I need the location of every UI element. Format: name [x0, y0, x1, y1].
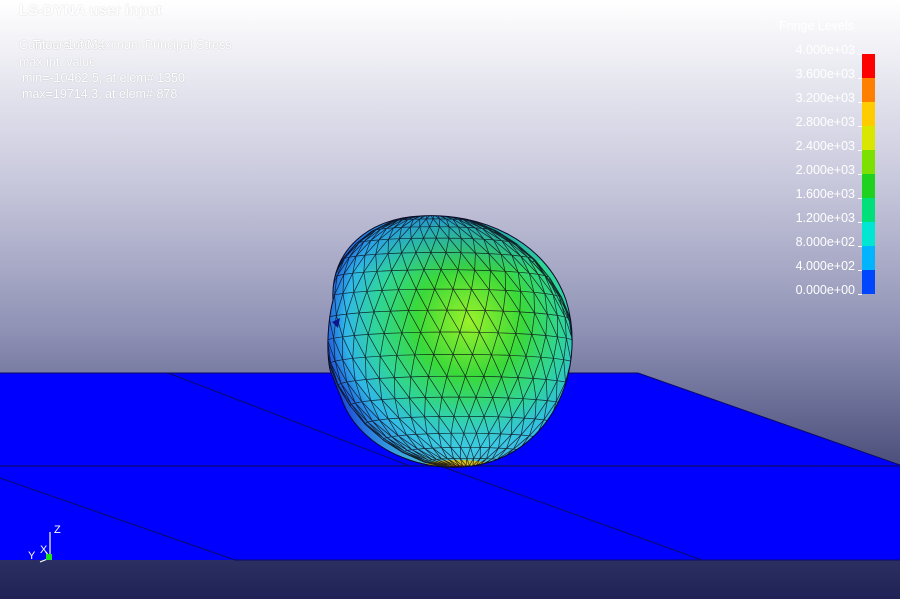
- fringe-tick-mark: [858, 54, 862, 55]
- fringe-level-label: 1.600e+03: [795, 187, 855, 201]
- fringe-tick-mark: [858, 174, 862, 175]
- fringe-swatch: [862, 198, 875, 222]
- fringe-swatch: [862, 126, 875, 150]
- triad-y-label: Y: [28, 550, 36, 562]
- triad-x-label: X: [40, 544, 48, 556]
- fringe-swatch: [862, 222, 875, 246]
- min-value-readout: min=-10462.5, at elem# 1350: [22, 71, 185, 85]
- fringe-swatch: [862, 54, 875, 78]
- fringe-levels-title: Fringe Levels: [779, 19, 855, 33]
- fringe-tick-mark: [858, 150, 862, 151]
- fringe-swatch: [862, 102, 875, 126]
- fringe-swatch: [862, 270, 875, 294]
- fringe-swatch: [862, 78, 875, 102]
- fringe-tick-mark: [858, 78, 862, 79]
- fringe-level-label: 3.200e+03: [795, 91, 855, 105]
- fringe-color-bar: [862, 54, 875, 294]
- fringe-swatch: [862, 174, 875, 198]
- fringe-tick-mark: [858, 246, 862, 247]
- fringe-tick-mark: [858, 126, 862, 127]
- fringe-level-label: 2.800e+03: [795, 115, 855, 129]
- axis-triad: Z Y X: [28, 522, 68, 564]
- fringe-level-label: 2.000e+03: [795, 163, 855, 177]
- fringe-level-label: 2.400e+03: [795, 139, 855, 153]
- fringe-tick-mark: [858, 198, 862, 199]
- fringe-tick-mark: [858, 222, 862, 223]
- fringe-level-label: 3.600e+03: [795, 67, 855, 81]
- fringe-level-label: 8.000e+02: [795, 235, 855, 249]
- fringe-level-label: 4.000e+03: [795, 43, 855, 57]
- contour-description: Contours of Maximum Principal Stress: [19, 38, 232, 52]
- max-value-readout: max=19714.3, at elem# 878: [22, 87, 178, 101]
- triad-z-label: Z: [54, 524, 61, 536]
- fringe-tick-mark: [858, 294, 862, 295]
- fringe-tick-mark: [858, 102, 862, 103]
- fringe-level-label: 0.000e+00: [795, 283, 855, 297]
- app-title: LS-DYNA user input: [19, 2, 162, 19]
- fringe-tick-mark: [858, 270, 862, 271]
- fringe-level-label: 4.000e+02: [795, 259, 855, 273]
- fringe-swatch: [862, 150, 875, 174]
- graphics-viewport[interactable]: LS-DYNA user input Time = 1.0664 Contours…: [0, 0, 900, 599]
- fringe-swatch: [862, 246, 875, 270]
- max-ipt-label: max ipt. value: [19, 55, 97, 69]
- fringe-level-label: 1.200e+03: [795, 211, 855, 225]
